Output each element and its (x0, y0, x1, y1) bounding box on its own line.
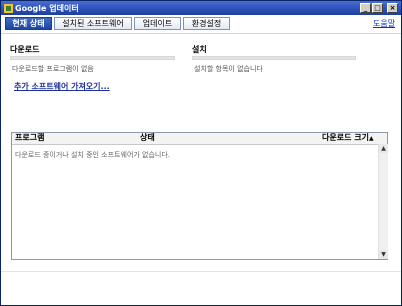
install-status-text: 설치할 항목이 없습니다 (194, 65, 263, 73)
updater-window: Google 업데이터 _ □ × 현재 상태 설치된 소프트웨어 업데이트 환… (0, 0, 402, 306)
scroll-down-icon[interactable]: ▼ (379, 250, 388, 259)
download-progress-bar (10, 56, 175, 60)
tab-settings[interactable]: 환경설정 (183, 17, 230, 30)
list-scrollbar[interactable]: ▲ ▼ (378, 144, 388, 259)
tab-bar: 현재 상태 설치된 소프트웨어 업데이트 환경설정 도움말 (1, 15, 401, 34)
help-link[interactable]: 도움말 (373, 18, 395, 29)
column-download-size[interactable]: 다운로드 크기▲ (322, 133, 374, 144)
install-progress-bar (192, 56, 356, 60)
tab-current-status[interactable]: 현재 상태 (5, 17, 52, 30)
app-icon (4, 4, 13, 13)
title-bar[interactable]: Google 업데이터 _ □ × (1, 1, 401, 15)
close-button[interactable]: × (387, 3, 398, 13)
footer-divider (1, 271, 401, 272)
tab-installed-software[interactable]: 설치된 소프트웨어 (54, 17, 132, 30)
install-heading: 설치 (192, 45, 207, 54)
tab-updates[interactable]: 업데이트 (134, 17, 181, 30)
download-status-text: 다운로드할 프로그램이 없음 (12, 65, 94, 73)
column-status[interactable]: 상태 (140, 133, 155, 143)
empty-list-message: 다운로드 중이거나 설치 중인 소프트웨어가 없습니다. (15, 151, 171, 159)
list-header: 프로그램 상태 다운로드 크기▲ (12, 133, 387, 145)
maximize-button[interactable]: □ (372, 3, 383, 13)
column-program[interactable]: 프로그램 (15, 133, 44, 143)
minimize-button[interactable]: _ (360, 3, 371, 13)
scroll-up-icon[interactable]: ▲ (379, 144, 388, 153)
download-heading: 다운로드 (10, 45, 40, 54)
add-software-link[interactable]: 추가 소프트웨어 가져오기... (14, 81, 110, 92)
window-title: Google 업데이터 (15, 4, 79, 13)
column-download-size-label: 다운로드 크기 (322, 133, 369, 142)
software-list[interactable]: 프로그램 상태 다운로드 크기▲ 다운로드 중이거나 설치 중인 소프트웨어가 … (11, 132, 388, 260)
sort-ascending-icon: ▲ (368, 135, 374, 142)
